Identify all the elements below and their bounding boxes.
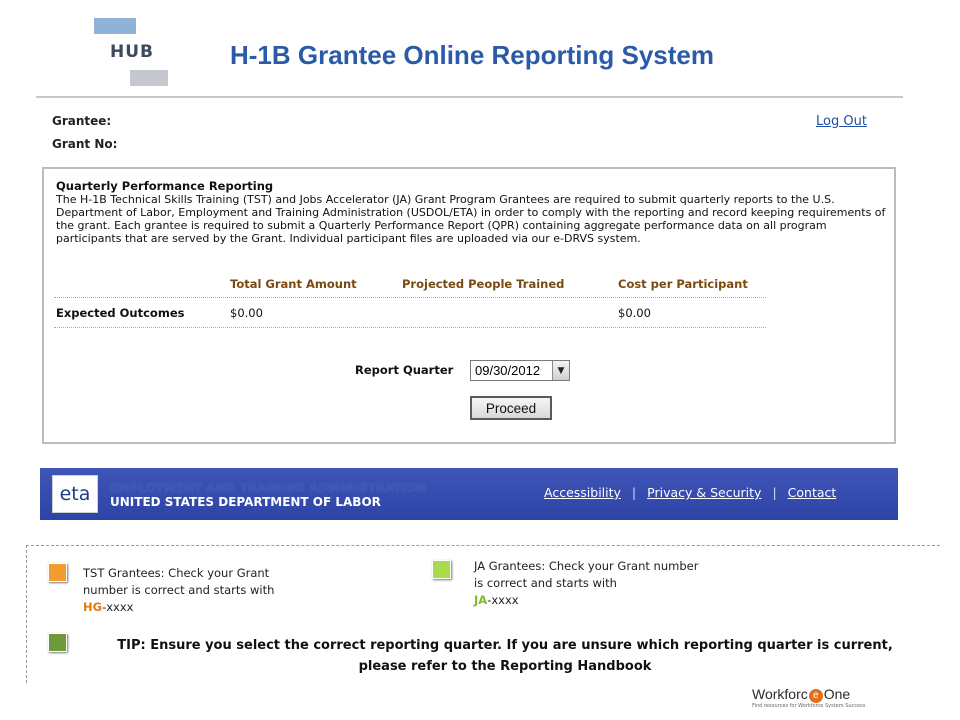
chevron-down-icon[interactable]: ▼ xyxy=(552,361,569,380)
annotation-divider xyxy=(26,545,940,546)
qpr-description: The H-1B Technical Skills Training (TST)… xyxy=(56,193,886,245)
ja-grant-suffix: -xxxx xyxy=(487,593,519,607)
annotation-divider-left xyxy=(26,545,27,683)
grant-no-label: Grant No: xyxy=(52,137,118,151)
page-title: H-1B Grantee Online Reporting System xyxy=(230,40,714,70)
report-quarter-value: 09/30/2012 xyxy=(475,363,541,378)
cell-total-grant-amount: $0.00 xyxy=(230,306,263,320)
link-separator: | xyxy=(631,485,637,500)
eta-logo: eta xyxy=(52,475,98,513)
logout-link[interactable]: Log Out xyxy=(816,114,867,129)
proceed-button[interactable]: Proceed xyxy=(470,396,552,420)
eta-agency-name: EMPLOYMENT AND TRAINING ADMINISTRATION xyxy=(110,481,427,495)
header-cost-per-participant: Cost per Participant xyxy=(618,277,748,291)
eta-footer-banner: eta EMPLOYMENT AND TRAINING ADMINISTRATI… xyxy=(40,468,898,520)
table-divider xyxy=(54,327,766,328)
tst-grant-prefix: HG xyxy=(83,600,103,614)
footer-links: Accessibility | Privacy & Security | Con… xyxy=(544,485,836,500)
qpr-heading: Quarterly Performance Reporting xyxy=(56,179,274,193)
table-divider xyxy=(54,297,766,298)
ja-grantee-note: JA Grantees: Check your Grant number is … xyxy=(474,558,704,609)
header-projected-people-trained: Projected People Trained xyxy=(402,277,565,291)
workforce-one-tagline: Find resources for Workforce System Succ… xyxy=(752,703,866,709)
ja-bullet-icon xyxy=(432,560,451,579)
workforce-one-wordmark: Workforc e One xyxy=(752,686,851,703)
ja-grant-prefix: JA xyxy=(474,593,488,607)
logo-bar-top xyxy=(94,18,136,34)
link-separator: | xyxy=(772,485,777,500)
header-total-grant-amount: Total Grant Amount xyxy=(230,277,357,291)
logo-bar-bottom xyxy=(130,70,168,86)
accessibility-link[interactable]: Accessibility xyxy=(544,485,621,500)
workforce-one-logo: Workforc e One Find resources for Workforc… xyxy=(752,686,870,712)
cell-cost-per-participant: $0.00 xyxy=(618,306,651,320)
workforce-e-icon: e xyxy=(808,689,823,703)
header-divider xyxy=(36,96,903,98)
hub-logo: HUB xyxy=(92,18,172,90)
tst-note-text: TST Grantees: Check your Grant number is… xyxy=(83,566,275,597)
tst-grant-suffix: -xxxx xyxy=(102,600,134,614)
tip-bullet-icon xyxy=(48,633,67,652)
privacy-security-link[interactable]: Privacy & Security xyxy=(647,485,761,500)
ja-note-text: JA Grantees: Check your Grant number is … xyxy=(474,559,699,590)
report-quarter-label: Report Quarter xyxy=(355,363,454,377)
row-label-expected-outcomes: Expected Outcomes xyxy=(56,306,185,320)
qpr-panel: Quarterly Performance Reporting The H-1B… xyxy=(42,167,896,444)
tst-grantee-note: TST Grantees: Check your Grant number is… xyxy=(83,565,313,616)
tip-text: TIP: Ensure you select the correct repor… xyxy=(117,638,893,674)
contact-link[interactable]: Contact xyxy=(788,485,837,500)
eta-department-name: UNITED STATES DEPARTMENT OF LABOR xyxy=(110,495,381,509)
grantee-label: Grantee: xyxy=(52,114,112,128)
hub-logo-text: HUB xyxy=(110,42,154,62)
report-quarter-select[interactable]: 09/30/2012 ▼ xyxy=(470,360,570,381)
tst-bullet-icon xyxy=(48,563,67,582)
